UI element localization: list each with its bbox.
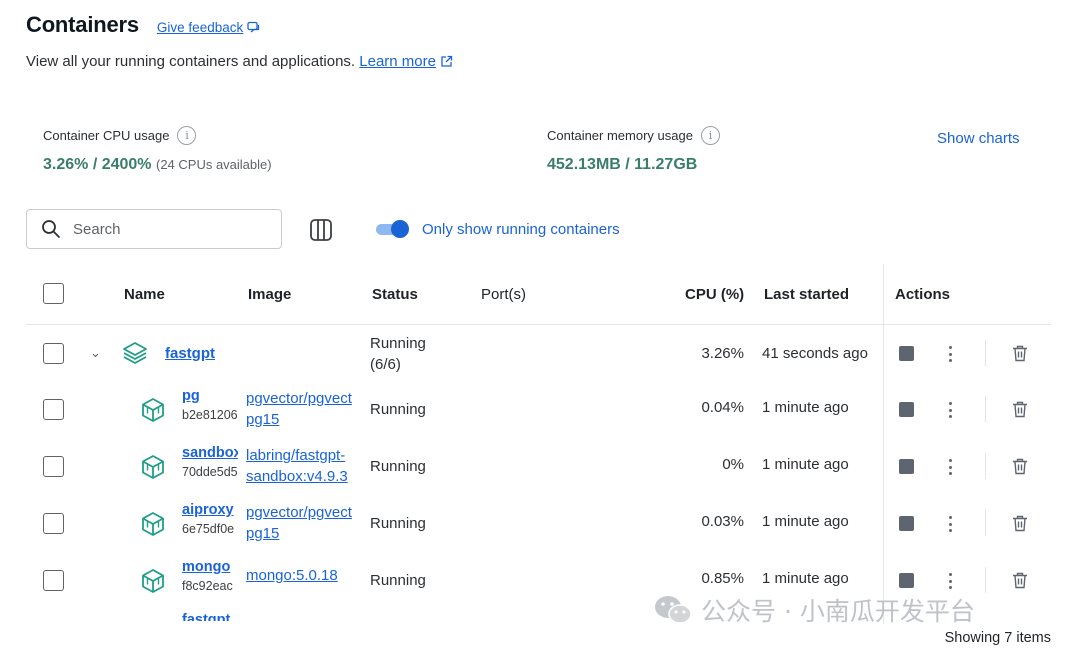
stop-icon[interactable]: [899, 402, 914, 417]
container-id: 70dde5d5: [182, 465, 238, 479]
table-body[interactable]: ⌄ fastgpt Running (6/6) 3.26% 41 seconds…: [0, 325, 1080, 621]
cpu-usage-value: 3.26% / 2400%: [43, 156, 152, 173]
column-header-status[interactable]: Status: [372, 286, 418, 303]
learn-more-label: Learn more: [359, 53, 436, 70]
give-feedback-label: Give feedback: [156, 20, 244, 35]
status-text: Running: [370, 401, 426, 418]
watermark-text: 公众号 · 小南瓜开发平台: [701, 597, 975, 626]
stop-icon[interactable]: [899, 573, 914, 588]
chevron-down-icon[interactable]: ⌄: [90, 345, 101, 361]
memory-usage-value: 452.13MB / 11.27GB: [547, 156, 698, 173]
give-feedback-link[interactable]: Give feedback: [157, 20, 260, 35]
status-text: Running: [370, 458, 426, 475]
info-icon[interactable]: i: [177, 126, 197, 145]
container-name-link[interactable]: pg: [182, 388, 238, 404]
row-checkbox[interactable]: [43, 343, 64, 364]
search-input[interactable]: [73, 220, 253, 238]
trash-icon[interactable]: [1012, 345, 1028, 362]
column-header-actions: Actions: [895, 286, 951, 303]
page-header: Containers Give feedback: [26, 12, 260, 38]
last-started-value: 1 minute ago: [762, 570, 849, 587]
status-count: (6/6): [370, 356, 401, 373]
image-link[interactable]: mongo:5.0.18: [246, 565, 364, 586]
container-id: b2e81206: [182, 408, 238, 422]
column-header-image[interactable]: Image: [248, 286, 291, 303]
image-link[interactable]: labring/fastgpt- sandbox:v4.9.3: [246, 445, 364, 487]
last-started-value: 1 minute ago: [762, 399, 849, 416]
external-link-icon: [441, 55, 453, 67]
select-all-checkbox[interactable]: [43, 283, 64, 304]
page-subtitle: View all your running containers and app…: [26, 53, 453, 70]
group-name-link[interactable]: fastgpt: [165, 345, 215, 362]
memory-usage-stat: Container memory usage i 452.13MB / 11.2…: [547, 126, 720, 174]
watermark: 公众号 · 小南瓜开发平台: [653, 592, 975, 628]
last-started-value: 1 minute ago: [762, 456, 849, 473]
trash-icon[interactable]: [1012, 401, 1028, 418]
more-options-icon[interactable]: [944, 516, 956, 532]
more-options-icon[interactable]: [944, 459, 956, 475]
container-name-link[interactable]: sandbox: [182, 445, 238, 461]
table-row[interactable]: aiproxy 6e75df0e pgvector/pgvect pg15 Ru…: [0, 496, 1080, 552]
last-started-value: 1 minute ago: [762, 513, 849, 530]
container-name-link[interactable]: mongo: [182, 559, 238, 575]
image-link[interactable]: pgvector/pgvect pg15: [246, 388, 364, 430]
items-count: Showing 7 items: [944, 630, 1051, 646]
row-checkbox[interactable]: [43, 513, 64, 534]
row-checkbox[interactable]: [43, 399, 64, 420]
learn-more-link[interactable]: Learn more: [359, 53, 453, 70]
feedback-icon: [247, 21, 260, 33]
image-link[interactable]: pgvector/pgvect pg15: [246, 502, 364, 544]
info-icon[interactable]: i: [700, 126, 720, 145]
container-id: 6e75df0e: [182, 522, 235, 536]
last-started-value: 41 seconds ago: [762, 345, 868, 362]
column-header-name[interactable]: Name: [124, 286, 165, 303]
cpu-value: 0.04%: [701, 399, 744, 416]
cpu-value: 0.03%: [701, 513, 744, 530]
memory-usage-label: Container memory usage: [547, 128, 693, 143]
only-running-label[interactable]: Only show running containers: [422, 221, 620, 238]
row-checkbox[interactable]: [43, 570, 64, 591]
cpu-value: 0.85%: [701, 570, 744, 587]
container-cube-icon: [142, 569, 164, 593]
only-running-toggle[interactable]: [376, 220, 410, 238]
search-icon: [42, 220, 60, 238]
table-row[interactable]: sandbox 70dde5d5 labring/fastgpt- sandbo…: [0, 439, 1080, 495]
column-header-cpu[interactable]: CPU (%): [685, 286, 744, 303]
more-options-icon[interactable]: [944, 346, 956, 362]
search-box[interactable]: [26, 209, 282, 249]
container-id: f8c92eac: [182, 579, 233, 593]
cpu-value: 0%: [722, 456, 744, 473]
status-text: Running: [370, 515, 426, 532]
container-cube-icon: [142, 455, 164, 479]
stop-icon[interactable]: [899, 516, 914, 531]
table-row-group[interactable]: ⌄ fastgpt Running (6/6) 3.26% 41 seconds…: [0, 325, 1080, 381]
stack-icon: [123, 342, 147, 364]
container-cube-icon: [142, 512, 164, 536]
page-title: Containers: [26, 12, 139, 37]
cpu-available-note: (24 CPUs available): [155, 157, 272, 172]
cpu-value: 3.26%: [701, 345, 744, 362]
show-charts-button[interactable]: Show charts: [937, 130, 1020, 147]
container-name-link[interactable]: fastgpt: [182, 612, 238, 621]
wechat-icon: [655, 596, 692, 624]
trash-icon[interactable]: [1012, 572, 1028, 589]
container-name-link[interactable]: aiproxy: [182, 502, 238, 518]
cpu-usage-stat: Container CPU usage i 3.26% / 2400% (24 …: [43, 126, 272, 174]
table-row[interactable]: pg b2e81206 pgvector/pgvect pg15 Running…: [0, 382, 1080, 438]
stop-icon[interactable]: [899, 346, 914, 361]
more-options-icon[interactable]: [944, 573, 956, 589]
columns-toggle-icon[interactable]: [309, 218, 333, 242]
container-cube-icon: [142, 398, 164, 422]
trash-icon[interactable]: [1012, 458, 1028, 475]
subtitle-text: View all your running containers and app…: [26, 53, 356, 70]
stop-icon[interactable]: [899, 459, 914, 474]
status-text: Running: [370, 335, 426, 352]
more-options-icon[interactable]: [944, 402, 956, 418]
trash-icon[interactable]: [1012, 515, 1028, 532]
cpu-usage-label: Container CPU usage: [43, 128, 170, 143]
column-header-last-started[interactable]: Last started: [764, 286, 849, 303]
status-text: Running: [370, 572, 426, 589]
row-checkbox[interactable]: [43, 456, 64, 477]
column-header-ports[interactable]: Port(s): [481, 286, 526, 303]
